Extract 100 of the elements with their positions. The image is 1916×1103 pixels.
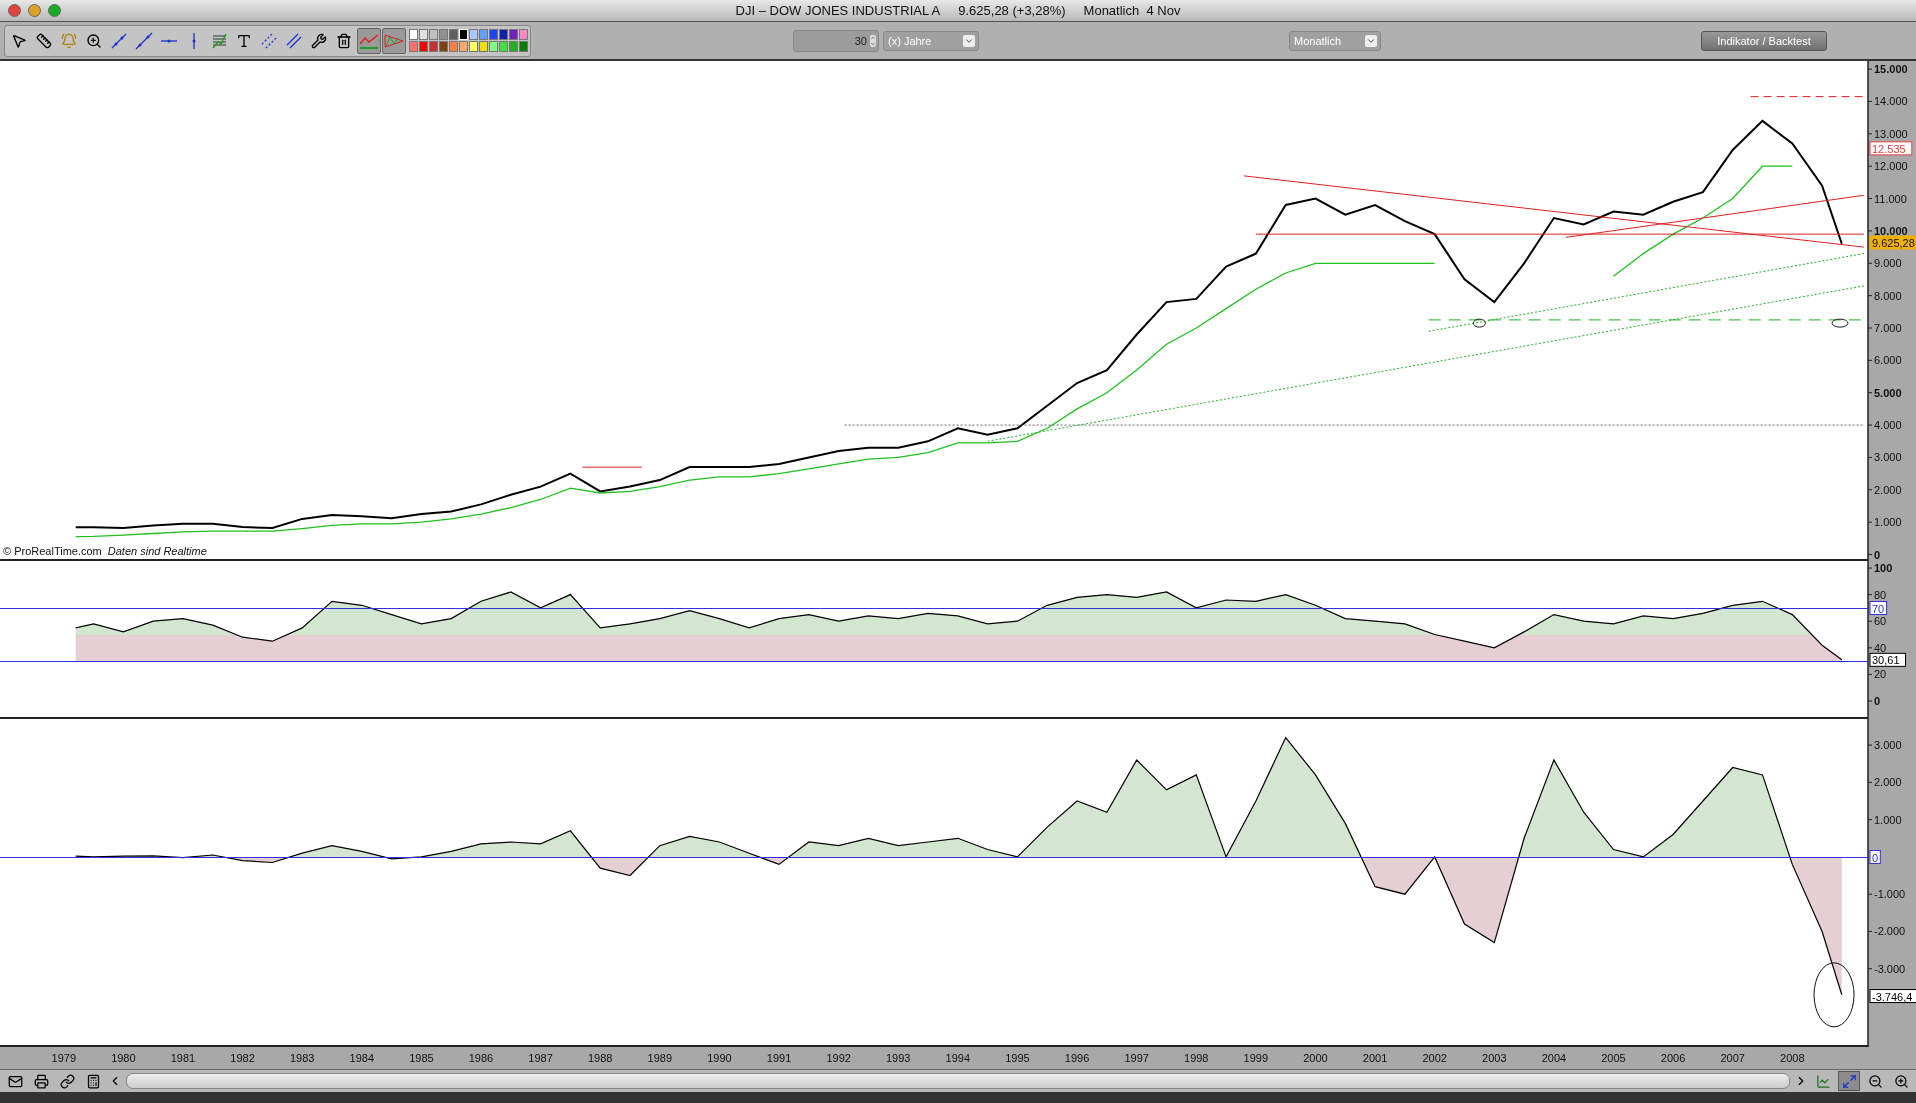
pointer-icon	[11, 32, 27, 49]
axis-tick-label: 0	[1874, 548, 1881, 561]
axis-tick-label: 0	[1874, 695, 1881, 708]
line-tool-icon	[110, 31, 128, 50]
color-swatch[interactable]	[469, 29, 478, 40]
color-swatch[interactable]	[429, 41, 438, 52]
year-label: 1979	[51, 1052, 76, 1064]
year-label: 2004	[1541, 1052, 1567, 1064]
year-label: 2000	[1303, 1052, 1328, 1064]
year-label: 1995	[1005, 1052, 1030, 1064]
mail-icon	[7, 1073, 23, 1089]
stepper-icon	[870, 34, 876, 47]
period-spinner[interactable]: 30	[793, 29, 879, 52]
color-swatch[interactable]	[509, 41, 518, 52]
ruler-icon	[36, 32, 52, 49]
axis-tick-label: 2.000	[1874, 483, 1902, 496]
year-label: 1999	[1243, 1052, 1269, 1064]
year-label: 1982	[230, 1052, 255, 1064]
color-swatch[interactable]	[419, 29, 428, 40]
axis-tick-label: -3.000	[1874, 962, 1906, 975]
year-label: 2002	[1422, 1052, 1447, 1064]
year-label: 1997	[1124, 1052, 1149, 1064]
channel-tool-icon	[260, 31, 278, 50]
axis-tick-label: 40	[1874, 641, 1887, 654]
value-tag: 12.535	[1869, 141, 1913, 156]
chart-icon	[1815, 1073, 1831, 1089]
color-swatch[interactable]	[449, 41, 458, 52]
year-label: 1994	[945, 1052, 971, 1064]
axis-tick-label: 5.000	[1874, 386, 1902, 399]
value-tag: 9.625,28	[1869, 235, 1916, 250]
axis-tick-label: 12.000	[1874, 160, 1908, 173]
parallel-lines-icon	[285, 31, 303, 50]
bell-icon	[61, 32, 77, 49]
axis-tick-label: 100	[1874, 562, 1893, 575]
color-swatch[interactable]	[469, 41, 478, 52]
axis-tick-label: 3.000	[1874, 451, 1902, 464]
axis-tick-label: 1.000	[1874, 516, 1902, 529]
axis-tick-label: 2.000	[1874, 776, 1902, 789]
color-swatch[interactable]	[499, 29, 508, 40]
year-label: 1988	[587, 1052, 613, 1064]
value-tag: -3.746,4	[1869, 989, 1916, 1004]
color-swatch[interactable]	[439, 29, 448, 40]
scrollbar[interactable]	[126, 1073, 1790, 1089]
segment-tool-icon	[135, 31, 153, 50]
indicator-chart-icon	[359, 31, 379, 50]
color-swatch[interactable]	[479, 41, 488, 52]
axis-tick-label: 10.000	[1874, 224, 1908, 237]
axis-tick-label: 7.000	[1874, 322, 1902, 334]
year-label: 2001	[1362, 1052, 1388, 1064]
unit-dropdown[interactable]: (x) Jahre	[883, 30, 979, 51]
interval-dropdown[interactable]: Monatlich	[1289, 30, 1381, 51]
color-swatch[interactable]	[409, 41, 418, 52]
color-swatch[interactable]	[499, 41, 508, 52]
reference-label: 70	[1869, 601, 1888, 615]
color-swatch[interactable]	[519, 29, 528, 40]
axis-tick-label: 15.000	[1874, 63, 1908, 76]
year-label: 1990	[707, 1052, 732, 1064]
axis-tick-label: 20	[1874, 668, 1887, 681]
year-label: 1998	[1184, 1052, 1209, 1064]
axis-tick-label: -1.000	[1874, 888, 1906, 901]
color-swatch[interactable]	[439, 41, 448, 52]
color-swatch[interactable]	[479, 29, 488, 40]
axis-tick-label: 4.000	[1874, 419, 1902, 432]
data-note: Daten sind Realtime	[107, 545, 207, 557]
vertical-line-icon	[192, 31, 196, 50]
minimize-button[interactable]	[28, 4, 41, 17]
zoom-button[interactable]	[48, 4, 61, 17]
reference-label: 0	[1869, 850, 1881, 864]
color-swatch[interactable]	[429, 29, 438, 40]
year-label: 1989	[647, 1052, 673, 1064]
year-label: 1992	[826, 1052, 851, 1064]
fit-icon	[1841, 1073, 1857, 1089]
wrench-icon	[311, 32, 327, 49]
color-swatch[interactable]	[519, 41, 528, 52]
calculator-icon	[85, 1073, 101, 1089]
year-label: 2003	[1482, 1052, 1507, 1064]
zoom-in-icon	[1893, 1073, 1909, 1089]
color-swatch[interactable]	[509, 29, 518, 40]
triangle-chart-icon	[384, 31, 404, 50]
circle-marker	[1813, 962, 1855, 1028]
link-icon	[59, 1073, 75, 1089]
color-swatch[interactable]	[489, 41, 498, 52]
text-tool-icon	[236, 32, 252, 49]
color-swatch[interactable]	[459, 41, 468, 52]
value-tag: 30,61	[1869, 652, 1906, 667]
color-swatch[interactable]	[409, 29, 418, 40]
window-title: DJI – DOW JONES INDUSTRIAL A	[735, 3, 941, 18]
color-swatch[interactable]	[419, 41, 428, 52]
axis-tick-label: 3.000	[1874, 739, 1902, 752]
close-button[interactable]	[8, 4, 21, 17]
indicator-backtest-button[interactable]: Indikator / Backtest	[1701, 30, 1827, 51]
horizontal-line-icon	[160, 38, 178, 43]
color-swatch[interactable]	[449, 29, 458, 40]
axis-tick-label: 14.000	[1874, 95, 1908, 108]
axis-tick-label: 6.000	[1874, 354, 1902, 367]
year-label: 1980	[111, 1052, 136, 1064]
year-label: 1996	[1064, 1052, 1090, 1064]
color-swatch[interactable]	[489, 29, 498, 40]
print-icon	[33, 1073, 49, 1089]
axis-tick-label: 13.000	[1874, 127, 1908, 140]
